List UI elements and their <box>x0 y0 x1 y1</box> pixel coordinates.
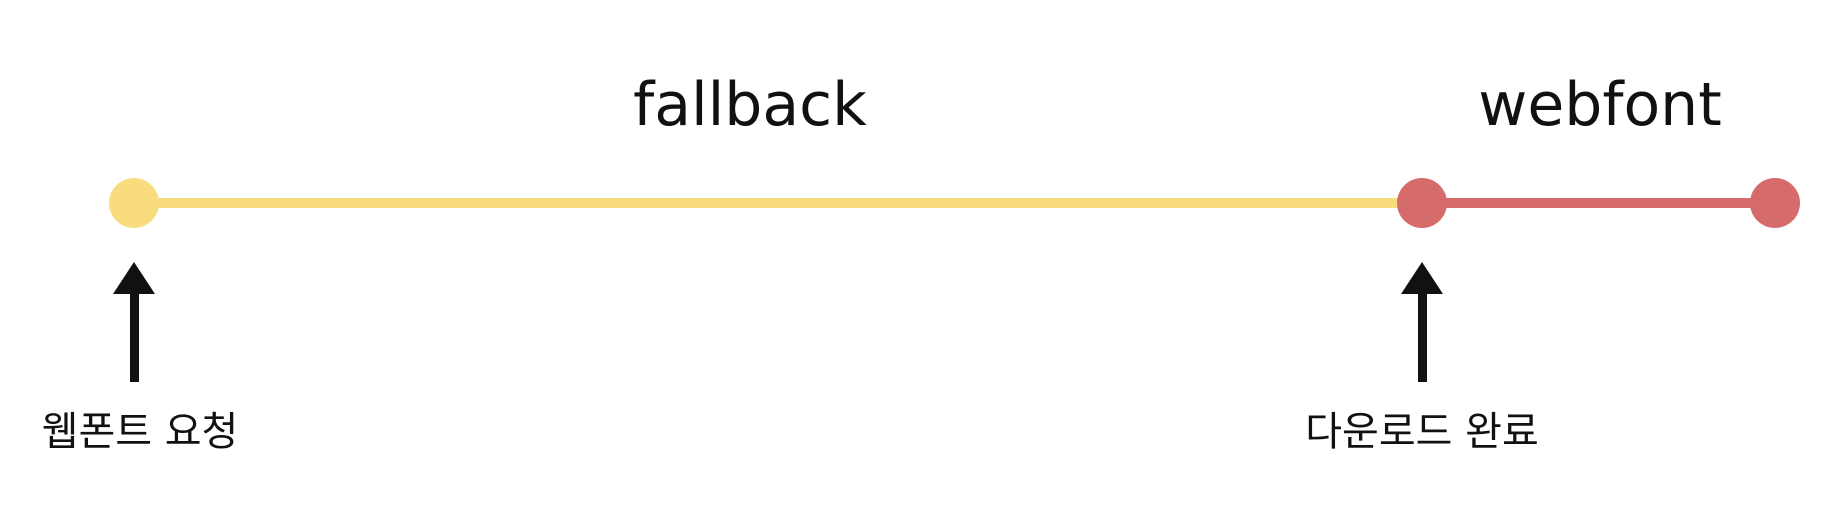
font-loading-timeline-diagram: fallback webfont 웹폰트 요청 다운로드 완료 <box>42 70 1800 455</box>
request-arrow-icon <box>113 262 155 382</box>
phase-label-fallback: fallback <box>633 70 867 140</box>
event-label-request: 웹폰트 요청 <box>42 409 239 455</box>
start-node <box>109 178 159 228</box>
phase-label-webfont: webfont <box>1478 70 1721 140</box>
end-node <box>1750 178 1800 228</box>
switch-node <box>1397 178 1447 228</box>
event-label-download-complete: 다운로드 완료 <box>1305 409 1539 455</box>
download-arrow-icon <box>1401 262 1443 382</box>
